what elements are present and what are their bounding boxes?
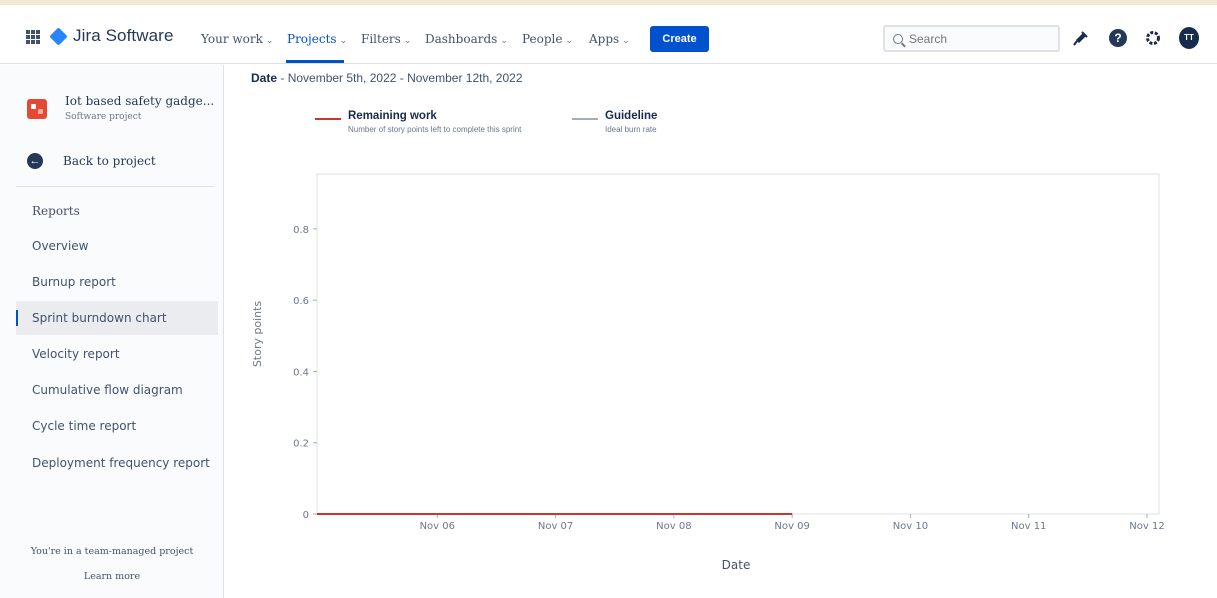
x-tick-label: Nov 09 [774, 521, 809, 532]
x-tick-label: Nov 11 [1011, 521, 1046, 532]
project-header[interactable]: Iot based safety gadge... Software proje… [27, 94, 214, 122]
avatar: TT [1179, 27, 1199, 49]
sidebar-item-velocity-report[interactable]: Velocity report [16, 337, 218, 371]
sidebar-item-cycle-time-report[interactable]: Cycle time report [16, 409, 218, 443]
help-button[interactable]: ? [1108, 28, 1128, 48]
sidebar-item-burnup-report[interactable]: Burnup report [16, 265, 218, 299]
search-box[interactable] [883, 25, 1060, 52]
arrow-left-icon: ← [27, 153, 43, 169]
project-avatar-icon [27, 99, 47, 119]
nav-your-work[interactable]: Your work ⌄ [201, 32, 273, 46]
sidebar-item-cumulative-flow-diagram[interactable]: Cumulative flow diagram [16, 373, 218, 407]
chevron-down-icon: ⌄ [265, 36, 274, 46]
chevron-down-icon: ⌄ [403, 36, 412, 46]
jira-logo[interactable]: Jira Software [49, 26, 174, 46]
y-axis-label: Story points [251, 301, 264, 368]
sidebar-item-overview[interactable]: Overview [16, 229, 218, 263]
profile-button[interactable]: TT [1179, 27, 1199, 49]
notifications-icon [1073, 31, 1088, 46]
help-icon: ? [1109, 29, 1127, 47]
x-tick-label: Nov 12 [1129, 521, 1164, 532]
nav-filters[interactable]: Filters ⌄ [361, 32, 411, 46]
nav-apps[interactable]: Apps ⌄ [589, 32, 630, 46]
nav-people[interactable]: People ⌄ [522, 32, 573, 46]
sidebar-item-sprint-burndown-chart[interactable]: Sprint burndown chart [16, 301, 218, 335]
project-type: Software project [65, 112, 142, 122]
settings-button[interactable] [1143, 28, 1163, 48]
back-to-project-link[interactable]: ← Back to project [27, 153, 156, 169]
x-tick-label: Nov 08 [656, 521, 691, 532]
create-button[interactable]: Create [650, 26, 709, 52]
y-tick-label: 0.4 [293, 367, 309, 378]
y-tick-label: 0.6 [293, 296, 309, 307]
app-switcher-icon[interactable] [26, 30, 40, 44]
search-icon [893, 33, 903, 44]
y-tick-label: 0 [303, 510, 309, 521]
nav-dashboards[interactable]: Dashboards ⌄ [425, 32, 508, 46]
notifications-button[interactable] [1071, 28, 1091, 48]
settings-icon [1146, 31, 1160, 45]
app-name: Jira Software [73, 26, 174, 45]
search-input[interactable] [909, 31, 1049, 46]
sidebar-divider [16, 186, 214, 187]
learn-more-link[interactable]: Learn more [0, 571, 224, 582]
active-nav-indicator [286, 60, 344, 63]
y-tick-label: 0.8 [293, 225, 309, 236]
chevron-down-icon: ⌄ [565, 36, 574, 46]
burndown-chart: 0 0.2 0.4 0.6 0.8 Nov 06 Nov 07 Nov 08 Nov 09 Nov… [251, 173, 1165, 572]
chevron-down-icon: ⌄ [622, 36, 630, 46]
top-strip [0, 0, 1217, 12]
chevron-down-icon: ⌄ [500, 36, 508, 46]
reports-heading: Reports [32, 204, 80, 218]
plot-area [316, 173, 1160, 515]
jira-logo-icon [49, 26, 68, 46]
nav-projects[interactable]: Projects ⌄ [287, 32, 347, 46]
sidebar: Iot based safety gadge... Software proje… [0, 65, 224, 598]
project-name: Iot based safety gadge... [65, 94, 215, 108]
x-axis-label: Date [722, 558, 751, 572]
back-to-project-label: Back to project [63, 154, 156, 168]
x-tick-label: Nov 06 [420, 521, 455, 532]
x-tick-label: Nov 10 [893, 521, 928, 532]
y-tick-label: 0.2 [293, 439, 309, 450]
top-navigation: Jira Software Your work ⌄ Projects ⌄ Filte… [0, 12, 1217, 64]
chevron-down-icon: ⌄ [339, 36, 348, 46]
team-managed-note: You're in a team-managed project [30, 546, 194, 557]
x-tick-label: Nov 07 [538, 521, 573, 532]
report-content: Date - November 5th, 2022 - November 12t… [225, 65, 1217, 598]
sidebar-item-deployment-frequency-report[interactable]: Deployment frequency report [16, 446, 218, 480]
